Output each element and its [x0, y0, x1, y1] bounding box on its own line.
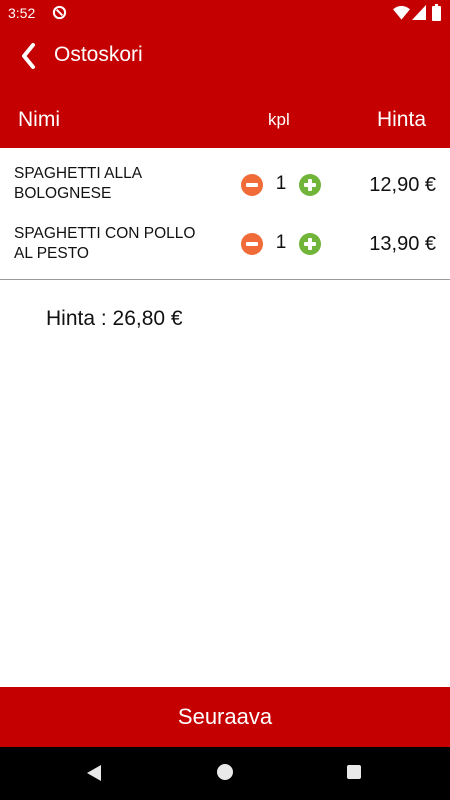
- battery-icon: [432, 4, 441, 21]
- item-price: 12,90 €: [369, 174, 436, 196]
- app-toolbar: Ostoskori: [0, 26, 450, 86]
- signal-icon: [412, 5, 426, 20]
- app-notification-icon: [52, 5, 67, 20]
- status-bar: 3:52: [0, 0, 450, 26]
- nav-back-icon[interactable]: [86, 764, 102, 782]
- header-name: Nimi: [18, 108, 60, 131]
- minus-icon: [246, 183, 258, 187]
- next-button[interactable]: Seuraava: [0, 687, 450, 747]
- list-divider: [0, 279, 450, 280]
- cart-item: SPAGHETTI CON POLLO AL PESTO 1 13,90 €: [0, 215, 450, 273]
- increase-quantity-button[interactable]: [299, 233, 321, 255]
- increase-quantity-button[interactable]: [299, 174, 321, 196]
- page-title: Ostoskori: [54, 43, 143, 66]
- item-quantity: 1: [275, 173, 287, 194]
- minus-icon: [246, 242, 258, 246]
- wifi-icon: [393, 5, 410, 20]
- item-name: SPAGHETTI ALLA BOLOGNESE: [14, 165, 142, 202]
- nav-recents-icon[interactable]: [347, 765, 361, 779]
- cart-total: Hinta : 26,80 €: [46, 307, 183, 330]
- header-quantity: kpl: [268, 110, 290, 129]
- header-price: Hinta: [376, 108, 426, 131]
- decrease-quantity-button[interactable]: [241, 174, 263, 196]
- item-name: SPAGHETTI CON POLLO AL PESTO: [14, 225, 196, 262]
- item-price: 13,90 €: [369, 233, 436, 255]
- item-quantity: 1: [275, 232, 287, 253]
- nav-home-icon[interactable]: [217, 764, 233, 780]
- cart-item: SPAGHETTI ALLA BOLOGNESE 1 12,90 €: [0, 156, 450, 214]
- chevron-left-icon[interactable]: [18, 42, 40, 70]
- cart-column-header: Nimi kpl Hinta: [0, 86, 450, 148]
- system-navigation-bar: [0, 747, 450, 800]
- status-time: 3:52: [8, 5, 36, 21]
- decrease-quantity-button[interactable]: [241, 233, 263, 255]
